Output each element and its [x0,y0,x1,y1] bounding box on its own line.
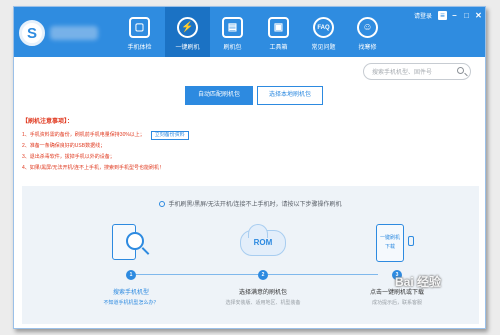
baidu-watermark: Bai 经验 [395,275,442,289]
note-item: 1、手机资料需的备份，刷机前手机电量保持30%以上； 立刻备份资料 [22,130,322,141]
nav-label: 一键刷机 [175,45,200,51]
phone-label-flash: 一键刷机 [379,235,400,241]
flash-notes: 【刷机注意事项】： 1、手机资料需的备份，刷机前手机电量保持30%以上； 立刻备份… [22,116,322,174]
phone-label-download: 下载 [384,244,395,250]
step-subtitle: 选择安装版、适用地区、机型装备 [225,300,301,306]
nav-find-repair[interactable]: ☺ 找寒修 [345,7,390,57]
guide-hint-text: 手机刷黑/黑屏/无法开机/连接不上手机时，请按以下步骤操作刷机 [168,202,342,208]
rom-text: ROM [253,238,273,247]
step-number-badge: 1 [126,270,136,280]
faq-icon: FAQ [313,17,334,38]
step-title: 选择满意的刷机包 [238,290,287,296]
choose-local-package-button[interactable]: 选择本地刷机包 [257,86,323,105]
cable-plug [408,236,414,246]
nav-label: 常见问题 [311,45,336,51]
close-icon[interactable]: ✕ [474,11,483,20]
search-placeholder: 搜索手机机型、固件号 [372,70,433,76]
note-item: 2、准备一条确保良好的USB数据线； [22,143,106,149]
info-icon [159,201,166,207]
auto-match-package-button[interactable]: 自动匹配刷机包 [185,86,253,105]
maximize-icon[interactable]: □ [462,11,471,20]
logo-glyph: S [26,24,37,42]
nav-label: 手机体检 [127,45,152,51]
package-icon: ▤ [222,17,243,38]
flash-icon: ⚡ [177,17,198,38]
toolbox-icon: ▣ [268,17,289,38]
cloud-top [248,224,268,238]
search-input[interactable]: 搜索手机机型、固件号 [363,63,471,80]
step-title: 搜索手机机型 [112,290,149,296]
blurred-app-name [50,26,98,40]
note-item: 3、退出杀毒软件，拔掉手机以外的设备； [22,154,115,160]
guide-hint: 手机刷黑/黑屏/无法开机/连接不上手机时，请按以下步骤操作刷机 [22,199,479,208]
nav-rom-package[interactable]: ▤ 刷机包 [210,7,255,57]
nav-label: 工具箱 [269,45,288,51]
minimize-icon[interactable]: – [450,11,459,20]
backup-now-button[interactable]: 立刻备份资料 [150,131,189,140]
magnifier-handle [141,247,150,255]
login-link[interactable]: 请登录 [414,11,432,20]
flash-app-window: S ▢ 手机体检 ⚡ 一键刷机 ▤ 刷机包 ▣ 工具箱 FAQ 常见问题 ☺ 找… [13,6,486,329]
notes-title: 【刷机注意事项】： [22,119,74,125]
rom-cloud-icon: ROM [238,222,288,262]
phone-search-icon [108,222,152,262]
phone-check-icon: ▢ [129,17,150,38]
search-icon[interactable] [457,67,464,74]
note-text: 1、手机资料需的备份，刷机前手机电量保持30%以上； [22,132,145,138]
step-number-badge: 2 [258,270,268,280]
note-item: 4、如果/黑屏/无法开机/连不上手机，搜索到手机型号也能刷机！ [22,165,164,171]
repair-person-icon: ☺ [357,17,378,38]
phone-download-icon: 一键刷机 下载 [368,222,418,262]
nav-label: 刷机包 [223,45,242,51]
nav-toolbox[interactable]: ▣ 工具箱 [256,7,301,57]
nav-faq[interactable]: FAQ 常见问题 [301,7,346,57]
nav-one-click-flash[interactable]: ⚡ 一键刷机 [165,7,210,57]
unknown-model-link[interactable]: 不知道手机机型怎么办？ [71,299,191,306]
title-bar: S ▢ 手机体检 ⚡ 一键刷机 ▤ 刷机包 ▣ 工具箱 FAQ 常见问题 ☺ 找… [14,7,485,57]
nav-label: 找寒修 [358,45,377,51]
nav-phone-check[interactable]: ▢ 手机体检 [117,7,162,57]
app-logo: S [19,20,45,46]
menu-icon[interactable]: ≡ [438,11,447,20]
step-progress-line [132,274,378,275]
